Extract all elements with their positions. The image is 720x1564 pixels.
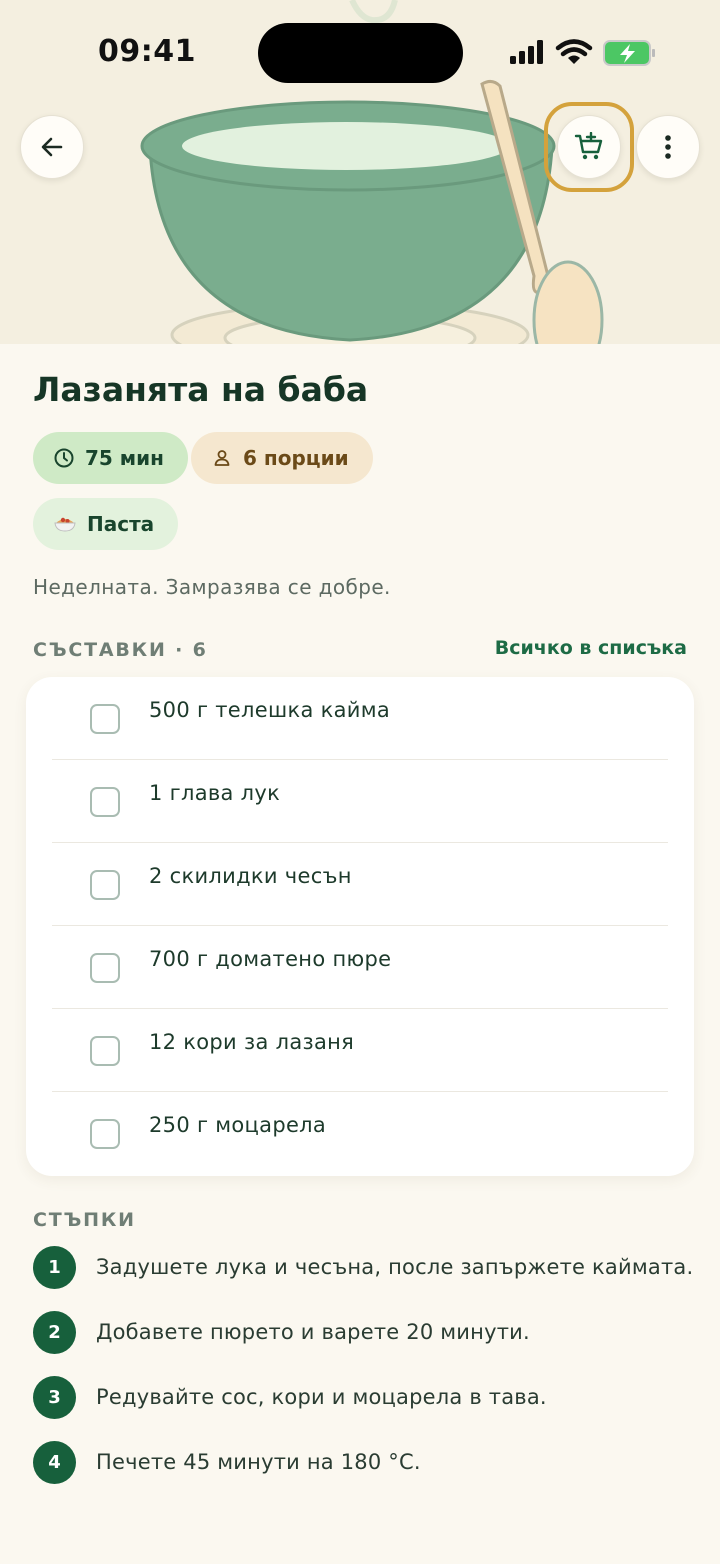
step-number-badge: 1 [33, 1246, 76, 1289]
category-text: Паста [87, 512, 155, 536]
cook-time-chip: 75 мин [33, 432, 188, 484]
ingredient-checkbox[interactable] [90, 870, 120, 900]
step-item: 4 Печете 45 минути на 180 °C. [33, 1441, 713, 1485]
ingredient-text: 500 г телешка кайма [149, 698, 391, 722]
step-text: Задушете лука и чесъна, после запържете … [96, 1255, 694, 1279]
ingredient-text: 700 г доматено пюре [149, 947, 392, 971]
step-text: Добавете пюрето и варете 20 минути. [96, 1320, 530, 1344]
ingredient-checkbox[interactable] [90, 704, 120, 734]
category-chip: Паста [33, 498, 179, 550]
step-number-badge: 3 [33, 1376, 76, 1419]
ingredient-text: 250 г моцарела [149, 1113, 327, 1137]
ingredient-text: 1 глава лук [149, 781, 281, 805]
step-number-badge: 4 [33, 1441, 76, 1484]
status-time: 09:41 [98, 34, 196, 69]
ingredient-row[interactable]: 1 глава лук [52, 760, 668, 843]
ingredient-checkbox[interactable] [90, 1036, 120, 1066]
wifi-icon [555, 39, 593, 64]
ingredient-row[interactable]: 2 скилидки чесън [52, 843, 668, 926]
step-item: 3 Редувайте сос, кори и моцарела в тава. [33, 1376, 713, 1420]
recipe-description: Неделната. Замразява се добре. [33, 575, 391, 599]
ingredient-row[interactable]: 12 кори за лазаня [52, 1009, 668, 1092]
ingredient-row[interactable]: 500 г телешка кайма [52, 677, 668, 760]
clock-icon [54, 448, 74, 468]
cellular-signal-icon [510, 40, 543, 64]
more-options-button[interactable] [636, 115, 700, 179]
step-item: 1 Задушете лука и чесъна, после запържет… [33, 1246, 713, 1290]
battery-charging-icon [603, 40, 655, 66]
back-button[interactable] [20, 115, 84, 179]
steps-heading: СТЪПКИ [33, 1209, 136, 1231]
dynamic-island [258, 23, 463, 83]
ingredient-row[interactable]: 700 г доматено пюре [52, 926, 668, 1009]
ingredients-heading: СЪСТАВКИ · 6 [33, 639, 208, 661]
arrow-left-icon [41, 137, 63, 157]
cart-plus-icon [574, 132, 603, 160]
status-bar: 09:41 [0, 0, 720, 104]
step-text: Редувайте сос, кори и моцарела в тава. [96, 1385, 547, 1409]
add-all-to-list-link[interactable]: Всичко в списъка [495, 637, 687, 659]
step-item: 2 Добавете пюрето и варете 20 минути. [33, 1311, 713, 1355]
recipe-title: Лазанята на баба [33, 370, 369, 409]
ingredient-text: 2 скилидки чесън [149, 864, 352, 888]
step-text: Печете 45 минути на 180 °C. [96, 1450, 421, 1474]
ingredient-text: 12 кори за лазаня [149, 1030, 355, 1054]
add-to-shopping-list-button[interactable] [557, 115, 621, 179]
ingredients-list: 500 г телешка кайма 1 глава лук 2 скилид… [26, 677, 694, 1176]
cook-time-text: 75 мин [85, 446, 164, 470]
ingredient-checkbox[interactable] [90, 953, 120, 983]
portions-text: 6 порции [243, 446, 349, 470]
person-icon [214, 450, 230, 466]
more-vertical-icon [665, 135, 671, 159]
ingredient-checkbox[interactable] [90, 787, 120, 817]
ingredient-row[interactable]: 250 г моцарела [52, 1092, 668, 1175]
spaghetti-bowl-icon [54, 517, 76, 532]
step-number-badge: 2 [33, 1311, 76, 1354]
ingredient-checkbox[interactable] [90, 1119, 120, 1149]
portions-chip: 6 порции [191, 432, 373, 484]
